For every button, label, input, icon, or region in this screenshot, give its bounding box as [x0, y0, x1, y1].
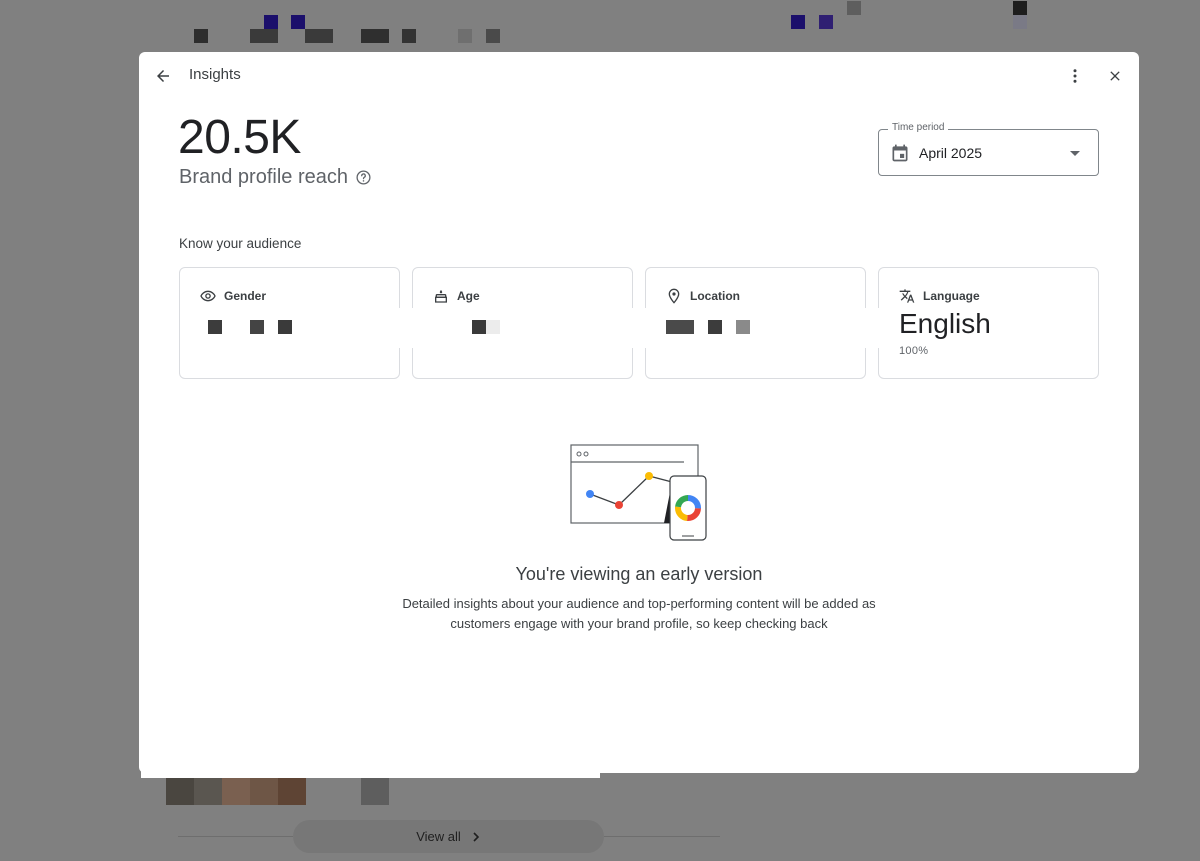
empty-state-title: You're viewing an early version [515, 564, 763, 584]
help-outline-icon[interactable] [355, 169, 372, 186]
dialog-title: Insights [189, 66, 241, 83]
redacted-block [472, 320, 486, 334]
redacted-block [819, 15, 833, 29]
redacted-block [736, 320, 750, 334]
age-card-header: Age [433, 288, 480, 304]
translate-icon [899, 288, 915, 304]
close-button[interactable] [1103, 64, 1127, 88]
reach-label-row: Brand profile reach [179, 166, 372, 189]
gender-card-header: Gender [200, 288, 266, 304]
more-vert-icon [1073, 69, 1077, 83]
audience-section-title: Know your audience [179, 236, 302, 251]
redacted-block [666, 320, 694, 334]
redacted-block [250, 29, 278, 43]
redacted-block [847, 1, 861, 15]
redacted-block [458, 29, 472, 43]
redacted-block [278, 320, 292, 334]
dropdown-arrow-icon [1070, 151, 1080, 156]
time-period-legend: Time period [888, 122, 949, 133]
redacted-block [1013, 1, 1027, 15]
redacted-block [361, 777, 389, 805]
redacted-block [305, 29, 333, 43]
location-pin-icon [666, 288, 682, 304]
arrow-back-icon [157, 70, 169, 82]
cake-icon [433, 288, 449, 304]
view-all-label: View all [416, 829, 461, 844]
redacted-block [264, 15, 278, 29]
close-icon [1110, 71, 1120, 81]
language-card-label: Language [923, 289, 980, 303]
redacted-image-strip [166, 777, 306, 805]
calendar-icon [892, 144, 908, 162]
redacted-block [486, 29, 500, 43]
more-options-button[interactable] [1063, 64, 1087, 88]
chevron-right-icon [473, 831, 479, 842]
top-language-value: English [899, 308, 991, 339]
reach-value: 20.5K [178, 111, 301, 164]
gender-card-label: Gender [224, 289, 267, 303]
redacted-block [291, 15, 305, 29]
redaction-band [397, 308, 647, 348]
time-period-select[interactable]: Time period April 2025 [878, 122, 1099, 176]
divider [178, 836, 293, 837]
redacted-block [194, 29, 208, 43]
reach-label: Brand profile reach [179, 166, 348, 188]
language-card-header: Language [899, 288, 980, 304]
language-card[interactable]: Language English 100% [878, 267, 1099, 379]
insights-dialog: Insights 20.5K Brand profile reach Time … [139, 52, 1139, 773]
back-button[interactable] [151, 64, 175, 88]
redacted-block [1013, 15, 1027, 29]
redacted-block [402, 29, 416, 43]
location-card-label: Location [690, 289, 740, 303]
divider [604, 836, 720, 837]
gender-card[interactable]: Gender [179, 267, 400, 379]
location-card-header: Location [666, 288, 740, 304]
dialog-tail [141, 770, 600, 778]
age-card-label: Age [457, 289, 480, 303]
redacted-block [361, 29, 389, 43]
redacted-block [208, 320, 222, 334]
view-all-button[interactable]: View all [293, 820, 604, 853]
redacted-block [486, 320, 500, 334]
redacted-block [708, 320, 722, 334]
empty-state-description: Detailed insights about your audience an… [402, 596, 876, 631]
eye-icon [200, 288, 216, 304]
top-language-share: 100% [899, 345, 929, 357]
analytics-illustration [570, 444, 707, 541]
redacted-block [250, 320, 264, 334]
redacted-block [791, 15, 805, 29]
time-period-value: April 2025 [919, 145, 983, 161]
